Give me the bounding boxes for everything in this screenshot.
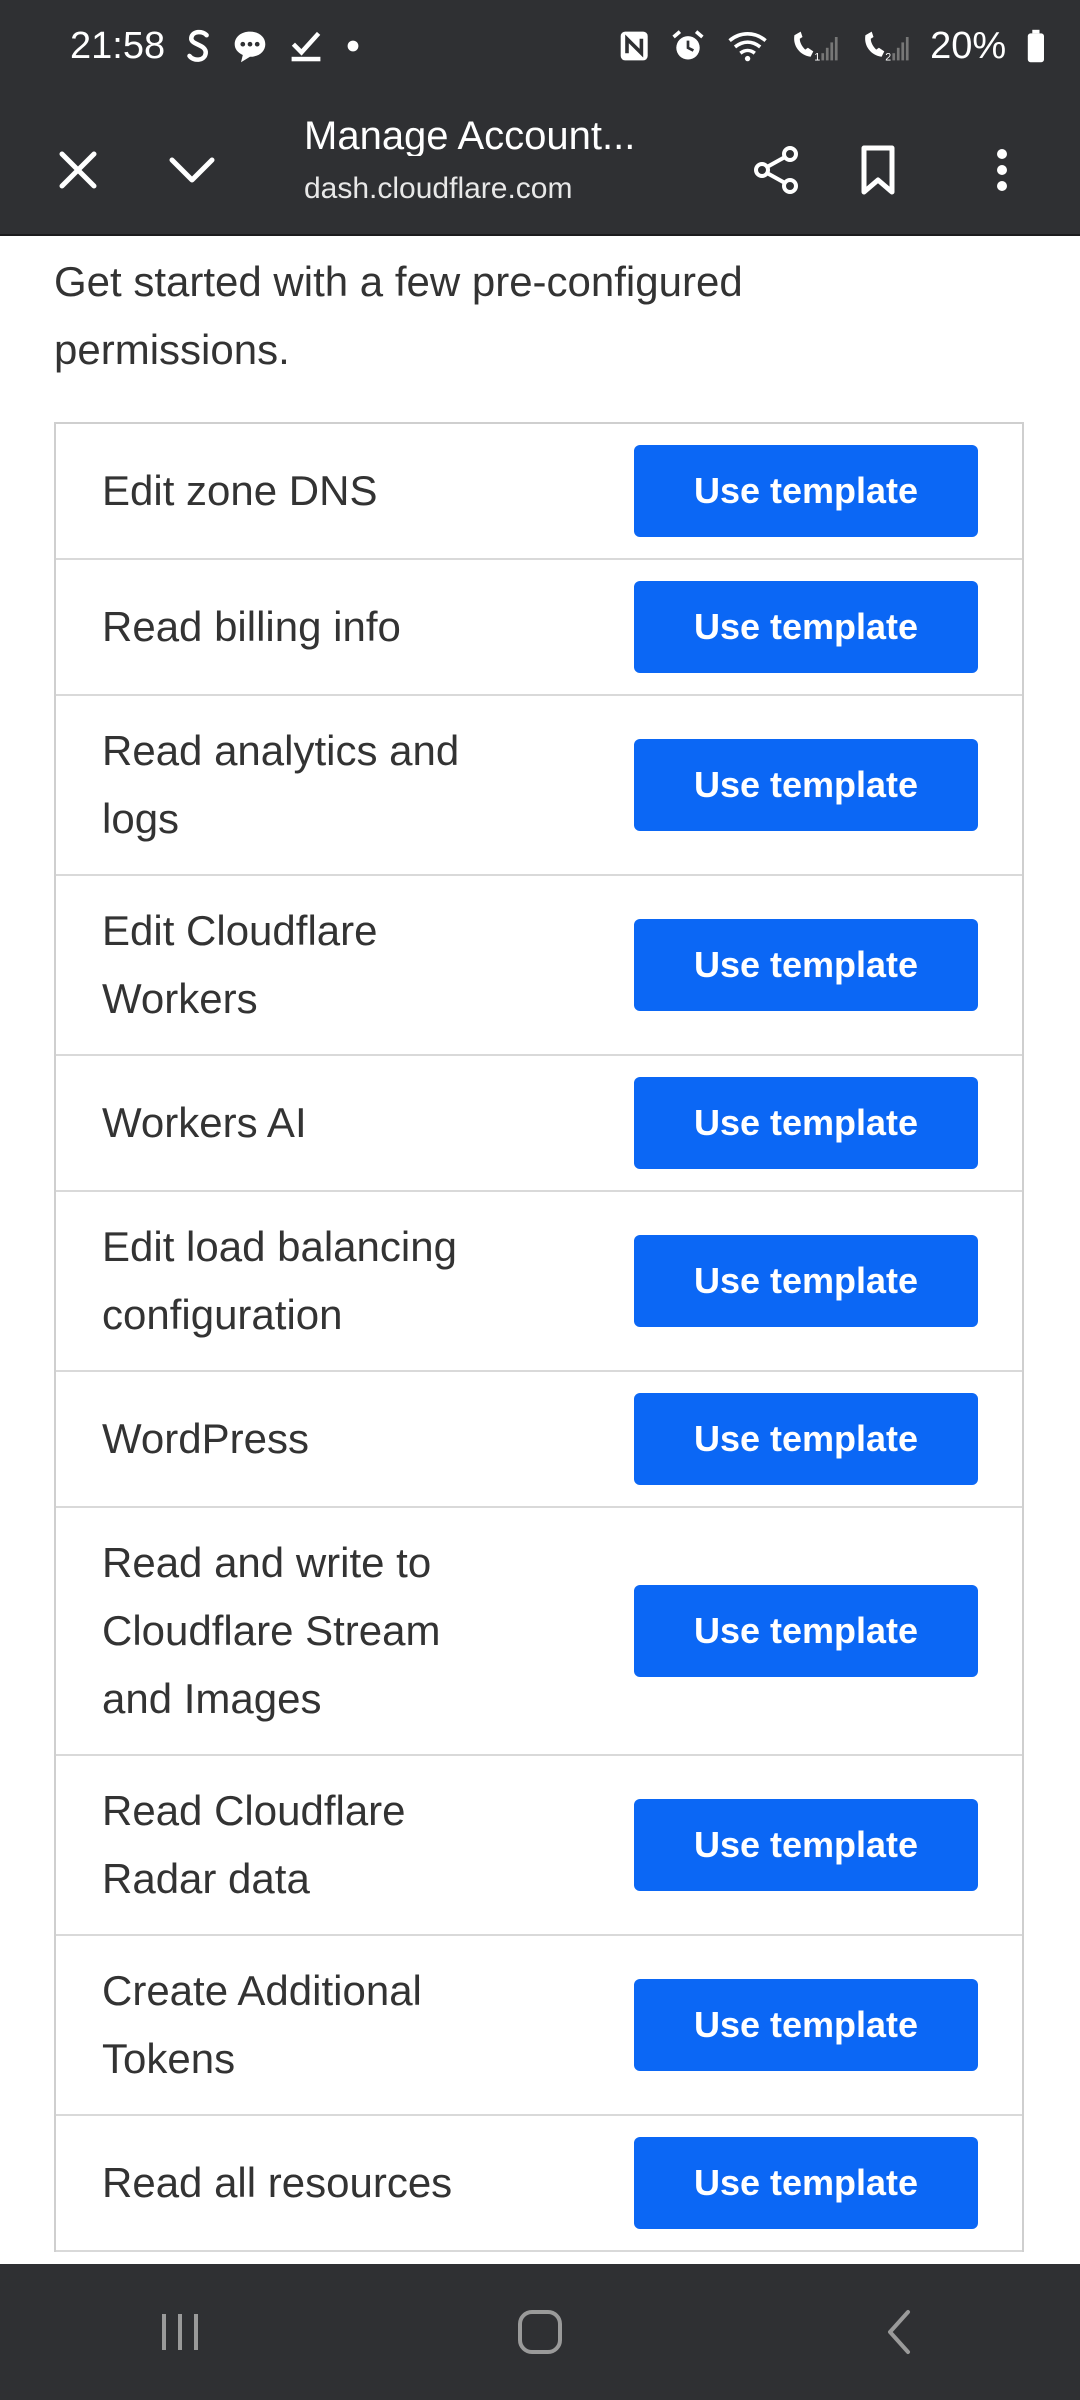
template-label: Edit zone DNS bbox=[102, 467, 378, 514]
minimize-button[interactable] bbox=[150, 128, 234, 212]
template-label: Read Cloudflare Radar data bbox=[102, 1787, 406, 1902]
template-row: Edit zone DNS Use template bbox=[56, 424, 1022, 560]
status-left: 21:58 bbox=[70, 25, 362, 68]
signal-2-icon: 2 bbox=[860, 26, 910, 66]
share-button[interactable] bbox=[734, 128, 818, 212]
page-title: Manage Account... bbox=[304, 116, 636, 156]
bookmark-button[interactable] bbox=[836, 128, 920, 212]
template-label: Edit load balancing configuration bbox=[102, 1223, 457, 1338]
use-template-button[interactable]: Use template bbox=[634, 581, 978, 673]
use-template-button[interactable]: Use template bbox=[634, 1979, 978, 2071]
template-label: Workers AI bbox=[102, 1099, 307, 1146]
template-row: Edit Cloudflare Workers Use template bbox=[56, 876, 1022, 1056]
template-label: Create Additional Tokens bbox=[102, 1967, 422, 2082]
use-template-button[interactable]: Use template bbox=[634, 1585, 978, 1677]
template-label: Read analytics and logs bbox=[102, 727, 460, 842]
recents-icon bbox=[162, 2314, 198, 2350]
template-row: Edit load balancing configuration Use tem… bbox=[56, 1192, 1022, 1372]
back-icon bbox=[888, 2310, 910, 2354]
checkbox-icon bbox=[288, 26, 324, 66]
svg-text:1: 1 bbox=[815, 51, 821, 63]
use-template-button[interactable]: Use template bbox=[634, 1393, 978, 1485]
use-template-button[interactable]: Use template bbox=[634, 1077, 978, 1169]
close-icon bbox=[59, 151, 97, 189]
chevron-down-icon bbox=[169, 157, 215, 183]
page-content: Get started with a few pre-configured pe… bbox=[0, 236, 1080, 2264]
template-row: Read all resources Use template bbox=[56, 2116, 1022, 2252]
template-row: Read and write to Cloudflare Stream and … bbox=[56, 1508, 1022, 1756]
use-template-button[interactable]: Use template bbox=[634, 2137, 978, 2229]
chat-icon bbox=[232, 26, 268, 66]
template-row: Read Cloudflare Radar data Use template bbox=[56, 1756, 1022, 1936]
status-right: 1 2 20% bbox=[618, 25, 1046, 68]
intro-text: Get started with a few pre-configured pe… bbox=[54, 258, 743, 373]
use-template-button[interactable]: Use template bbox=[634, 919, 978, 1011]
templates-table: Edit zone DNS Use template Read billing in… bbox=[54, 422, 1024, 2252]
nfc-icon bbox=[618, 26, 650, 66]
more-vert-icon bbox=[997, 149, 1007, 191]
s-app-icon bbox=[185, 26, 212, 66]
recents-button[interactable] bbox=[120, 2282, 240, 2382]
page-title-area[interactable]: Manage Account... dash.cloudflare.com bbox=[304, 102, 704, 206]
close-tab-button[interactable] bbox=[36, 128, 120, 212]
template-label: Read and write to Cloudflare Stream and … bbox=[102, 1539, 441, 1722]
browser-toolbar: Manage Account... dash.cloudflare.com bbox=[0, 92, 1080, 236]
template-row: Read analytics and logs Use template bbox=[56, 696, 1022, 876]
battery-percent: 20% bbox=[930, 24, 1007, 67]
use-template-button[interactable]: Use template bbox=[634, 739, 978, 831]
template-row: Read billing info Use template bbox=[56, 560, 1022, 696]
signal-1-icon: 1 bbox=[789, 26, 839, 66]
page-url: dash.cloudflare.com bbox=[304, 172, 573, 205]
home-icon bbox=[518, 2310, 562, 2354]
template-label: WordPress bbox=[102, 1415, 309, 1462]
share-icon bbox=[754, 146, 798, 194]
bookmark-icon bbox=[861, 145, 895, 195]
use-template-button[interactable]: Use template bbox=[634, 1235, 978, 1327]
template-label: Edit Cloudflare Workers bbox=[102, 907, 378, 1022]
template-row: Workers AI Use template bbox=[56, 1056, 1022, 1192]
use-template-button[interactable]: Use template bbox=[634, 1799, 978, 1891]
wifi-icon bbox=[726, 26, 769, 66]
alarm-icon bbox=[670, 26, 706, 66]
template-row: Create Additional Tokens Use template bbox=[56, 1936, 1022, 2116]
clock: 21:58 bbox=[70, 24, 166, 67]
status-bar: 21:58 1 2 20% bbox=[0, 0, 1080, 92]
system-nav-bar bbox=[0, 2264, 1080, 2400]
template-label: Read all resources bbox=[102, 2159, 453, 2206]
home-button[interactable] bbox=[480, 2282, 600, 2382]
back-button[interactable] bbox=[840, 2282, 960, 2382]
dot-icon bbox=[344, 26, 362, 66]
battery-icon bbox=[1026, 26, 1046, 66]
more-options-button[interactable] bbox=[960, 128, 1044, 212]
use-template-button[interactable]: Use template bbox=[634, 445, 978, 537]
svg-text:2: 2 bbox=[885, 51, 891, 63]
template-row: WordPress Use template bbox=[56, 1372, 1022, 1508]
template-label: Read billing info bbox=[102, 603, 401, 650]
